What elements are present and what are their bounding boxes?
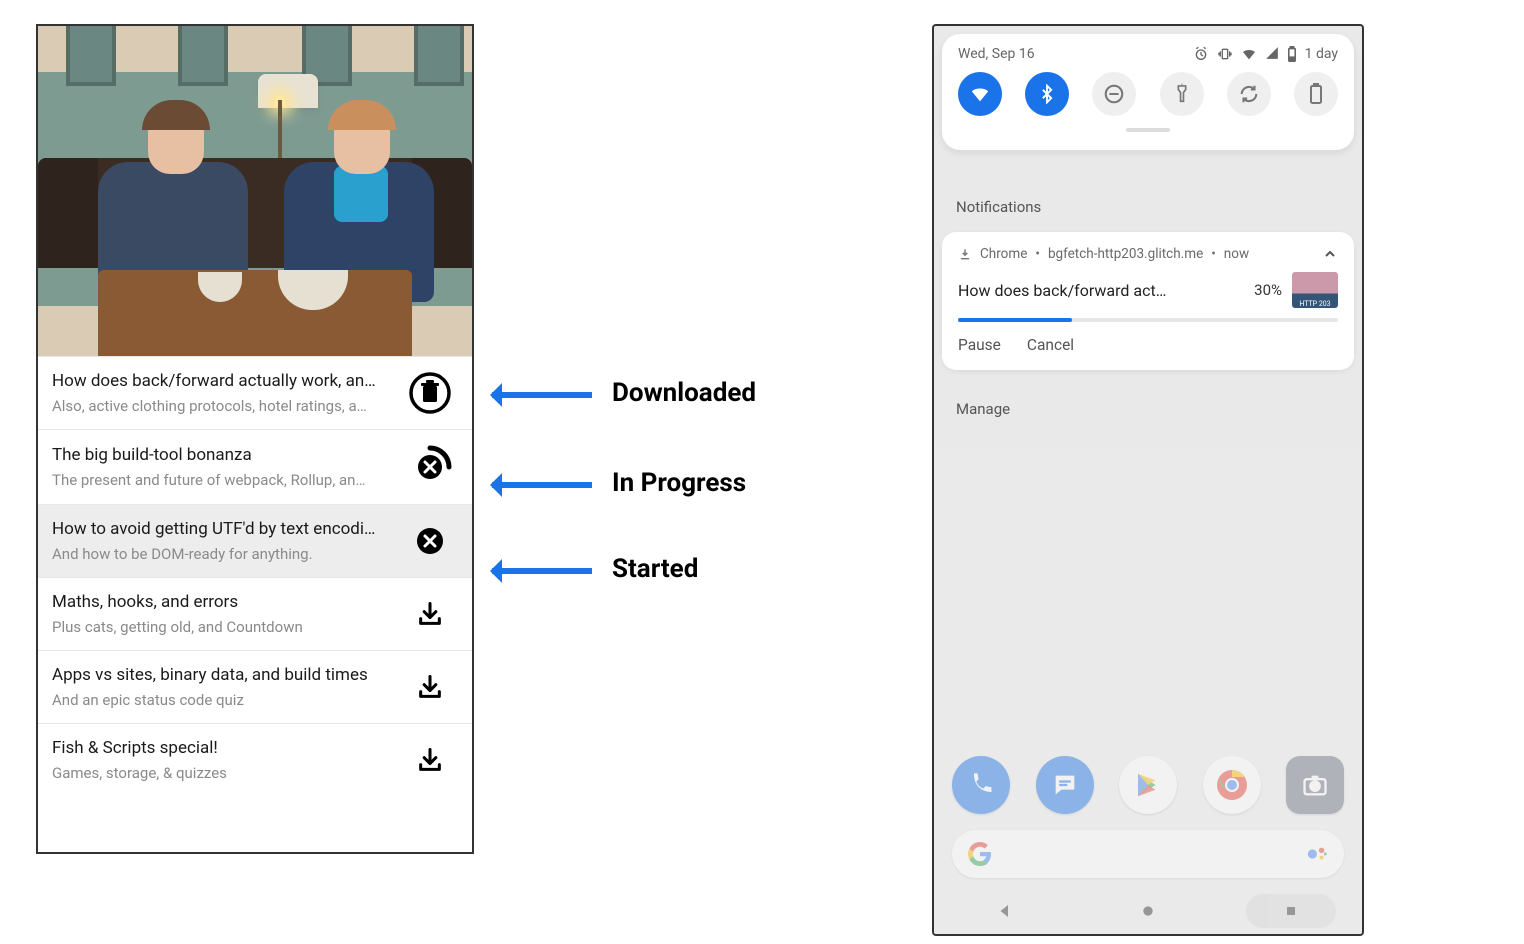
cancel-solid-icon [415, 526, 445, 556]
episode-row[interactable]: How does back/forward actually work, an…… [38, 356, 472, 429]
episode-row[interactable]: The big build-tool bonanza The present a… [38, 429, 472, 504]
download-notification[interactable]: Chrome • bgfetch-http203.glitch.me • now… [942, 232, 1354, 370]
manage-notifications-link[interactable]: Manage [942, 388, 1354, 430]
download-button[interactable] [406, 746, 454, 774]
nav-home-button[interactable] [1103, 894, 1193, 928]
status-date: Wed, Sep 16 [958, 46, 1035, 62]
download-icon [416, 673, 444, 701]
notification-pause-button[interactable]: Pause [958, 336, 1001, 354]
autorotate-icon [1238, 83, 1260, 105]
episode-list: How does back/forward actually work, an…… [38, 356, 472, 796]
notification-time: now [1224, 246, 1249, 262]
delete-download-button[interactable] [406, 371, 454, 415]
episode-subtitle: And an epic status code quiz [52, 691, 398, 709]
battery-status-icon [1287, 46, 1297, 62]
nav-overview-button[interactable] [1246, 894, 1336, 928]
notifications-header: Notifications [942, 186, 1354, 228]
assistant-icon [1306, 843, 1328, 865]
wifi-status-icon [1241, 46, 1257, 62]
battery-icon [1309, 83, 1323, 105]
flashlight-icon [1173, 83, 1191, 105]
bluetooth-tile[interactable] [1025, 72, 1069, 116]
cancel-download-button[interactable] [406, 526, 454, 556]
download-icon [416, 746, 444, 774]
wifi-tile[interactable] [958, 72, 1002, 116]
google-logo-icon [968, 842, 992, 866]
alarm-icon [1193, 46, 1209, 62]
download-button[interactable] [406, 673, 454, 701]
chevron-up-icon[interactable] [1322, 246, 1338, 262]
shade-drag-handle[interactable] [1126, 128, 1170, 132]
podcast-app-screenshot: How does back/forward actually work, an…… [36, 24, 474, 854]
flashlight-tile[interactable] [1160, 72, 1204, 116]
navigation-bar [934, 888, 1362, 934]
bluetooth-icon [1037, 84, 1057, 104]
notification-progress-bar [958, 318, 1338, 322]
cancel-progress-icon [407, 444, 453, 490]
signal-status-icon [1265, 46, 1279, 60]
notification-app: Chrome [980, 246, 1027, 262]
wifi-icon [969, 83, 991, 105]
episode-title: Fish & Scripts special! [52, 738, 398, 758]
quick-settings-tiles [958, 72, 1338, 116]
episode-subtitle: And how to be DOM-ready for anything. [52, 545, 398, 563]
notification-percent: 30% [1254, 281, 1282, 299]
episode-row[interactable]: How to avoid getting UTF'd by text encod… [38, 504, 472, 577]
download-button[interactable] [406, 600, 454, 628]
google-search-bar[interactable] [952, 830, 1344, 878]
episode-subtitle: Plus cats, getting old, and Countdown [52, 618, 398, 636]
dock-row [952, 756, 1344, 814]
episode-title: The big build-tool bonanza [52, 445, 398, 465]
phone-app-icon[interactable] [952, 756, 1010, 814]
annotation-arrow [492, 568, 592, 574]
homescreen-background [934, 446, 1362, 934]
autorotate-tile[interactable] [1227, 72, 1271, 116]
dnd-icon [1103, 83, 1125, 105]
download-small-icon [958, 247, 972, 261]
notification-thumbnail: HTTP 203 [1292, 272, 1338, 308]
episode-row[interactable]: Fish & Scripts special! Games, storage, … [38, 723, 472, 796]
episode-subtitle: Also, active clothing protocols, hotel r… [52, 397, 398, 415]
notification-title: How does back/forward act… [958, 281, 1244, 300]
episode-title: Apps vs sites, binary data, and build ti… [52, 665, 398, 685]
annotation-arrow [492, 392, 592, 398]
annotation-arrow [492, 482, 592, 488]
episode-title: Maths, hooks, and errors [52, 592, 398, 612]
battery-saver-tile[interactable] [1294, 72, 1338, 116]
annotation-label-downloaded: Downloaded [612, 378, 756, 408]
battery-label: 1 day [1305, 46, 1338, 62]
episode-subtitle: The present and future of webpack, Rollu… [52, 471, 398, 489]
episode-title: How to avoid getting UTF'd by text encod… [52, 519, 398, 539]
status-icons: 1 day [1193, 46, 1338, 62]
messages-app-icon[interactable] [1036, 756, 1094, 814]
trash-circle-icon [408, 371, 452, 415]
vibrate-icon [1217, 46, 1233, 62]
annotation-label-inprogress: In Progress [612, 468, 746, 498]
notification-source: bgfetch-http203.glitch.me [1048, 246, 1203, 262]
camera-app-icon[interactable] [1286, 756, 1344, 814]
notification-cancel-button[interactable]: Cancel [1027, 336, 1074, 354]
play-store-app-icon[interactable] [1119, 756, 1177, 814]
nav-back-button[interactable] [960, 894, 1050, 928]
dnd-tile[interactable] [1092, 72, 1136, 116]
episode-row[interactable]: Apps vs sites, binary data, and build ti… [38, 650, 472, 723]
download-icon [416, 600, 444, 628]
episode-row[interactable]: Maths, hooks, and errors Plus cats, gett… [38, 577, 472, 650]
android-screenshot: Wed, Sep 16 1 day [932, 24, 1364, 936]
episode-hero-image [38, 26, 472, 356]
episode-title: How does back/forward actually work, an… [52, 371, 398, 391]
chrome-app-icon[interactable] [1203, 756, 1261, 814]
quick-settings-panel: Wed, Sep 16 1 day [942, 34, 1354, 150]
annotation-label-started: Started [612, 554, 698, 584]
episode-subtitle: Games, storage, & quizzes [52, 764, 398, 782]
cancel-download-button[interactable] [406, 444, 454, 490]
